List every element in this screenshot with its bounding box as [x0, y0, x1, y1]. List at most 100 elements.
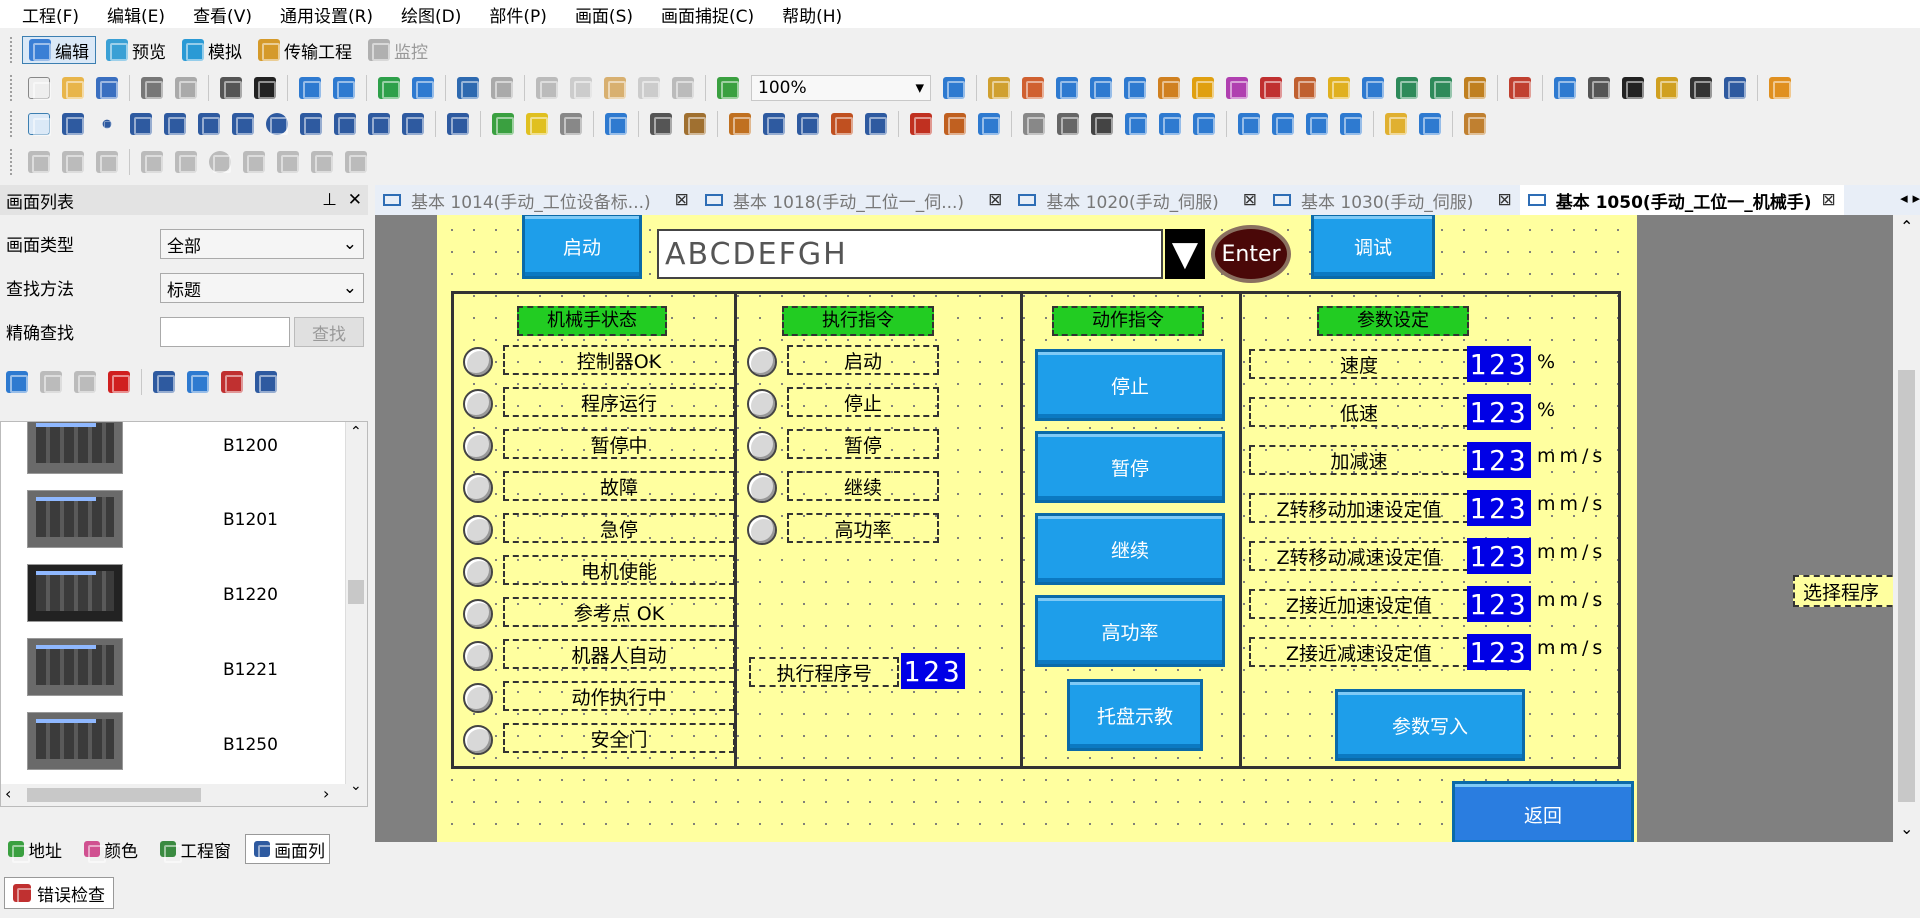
key-icon[interactable] [1158, 77, 1180, 99]
graph-icon[interactable] [1396, 77, 1418, 99]
function4-icon[interactable] [345, 151, 367, 173]
lamp-part-icon[interactable] [988, 77, 1010, 99]
dropdown-triangle-icon[interactable]: ▼ [1165, 229, 1205, 279]
chart-icon[interactable] [978, 113, 1000, 135]
bar-icon[interactable] [1091, 113, 1113, 135]
bar-chart-icon[interactable] [729, 113, 751, 135]
scroll-thumb[interactable] [348, 580, 364, 604]
menu-draw[interactable]: 绘图(D) [401, 2, 461, 27]
robot-icon[interactable] [1622, 77, 1644, 99]
close-icon[interactable]: ⊠ [1821, 190, 1835, 210]
menu-capture[interactable]: 画面捕捉(C) [661, 2, 754, 27]
export-icon[interactable] [255, 371, 277, 393]
debug-button[interactable]: 调试 [1311, 215, 1435, 279]
paste-special-icon[interactable] [638, 77, 660, 99]
doc-tab[interactable]: 基本 1018(手动_工位一_伺...) ⊠ [697, 185, 1010, 215]
sound-icon[interactable] [1328, 77, 1350, 99]
menu-screen[interactable]: 画面(S) [575, 2, 633, 27]
ladder-box-icon[interactable] [96, 151, 118, 173]
doc-tab[interactable]: 基本 1030(手动_伺服) ⊠ [1265, 185, 1520, 215]
scroll-thumb[interactable] [1898, 370, 1915, 802]
copy-icon[interactable] [570, 77, 592, 99]
zoom-select[interactable]: 100% ▾ [751, 75, 931, 101]
start-button[interactable]: 启动 [522, 215, 642, 279]
function2-icon[interactable] [277, 151, 299, 173]
chevron-right-icon[interactable]: › [323, 784, 329, 803]
document-icon[interactable] [1588, 77, 1610, 99]
program-number-value[interactable]: 123 [901, 653, 965, 689]
frame-icon[interactable] [1690, 77, 1712, 99]
text-part-icon[interactable] [1362, 77, 1384, 99]
layout-icon[interactable] [1023, 113, 1045, 135]
trend-icon[interactable] [797, 113, 819, 135]
param-value[interactable]: 123 [1467, 634, 1531, 670]
cut-icon[interactable] [536, 77, 558, 99]
clock-icon[interactable] [1419, 113, 1441, 135]
library-icon[interactable] [1554, 77, 1576, 99]
param-value[interactable]: 123 [1467, 346, 1531, 382]
redo-icon[interactable] [491, 77, 513, 99]
doc-tab-active[interactable]: 基本 1050(手动_工位一_机械手) ⊠ [1519, 185, 1844, 215]
tab-address[interactable]: 地址 [0, 834, 66, 864]
close-icon[interactable]: ⊠ [988, 190, 1002, 210]
ladder-text-icon[interactable] [62, 151, 84, 173]
video-icon[interactable] [1238, 113, 1260, 135]
image-icon[interactable] [368, 113, 390, 135]
contact-no-icon[interactable] [141, 151, 163, 173]
continue-button[interactable]: 继续 [1035, 513, 1225, 585]
close-icon[interactable]: ⊠ [675, 190, 689, 210]
tab-project[interactable]: 工程窗 [152, 834, 235, 864]
note-icon[interactable] [560, 113, 582, 135]
numeric-icon[interactable] [605, 113, 627, 135]
list-item[interactable] [27, 422, 123, 474]
grid2-icon[interactable] [1057, 113, 1079, 135]
window2-icon[interactable] [1193, 113, 1215, 135]
alarm-icon[interactable] [1656, 77, 1678, 99]
enter-button[interactable]: Enter [1211, 225, 1291, 283]
chevron-down-icon[interactable]: ⌄ [350, 778, 362, 794]
menu-edit[interactable]: 编辑(E) [107, 2, 165, 27]
list-item[interactable] [27, 638, 123, 696]
list-item[interactable] [27, 490, 123, 548]
search-button[interactable]: 查找 [294, 317, 364, 347]
arc-icon[interactable] [300, 113, 322, 135]
picture-icon[interactable] [402, 113, 424, 135]
simulate-mode-button[interactable]: 模拟 [176, 36, 248, 64]
vertical-scrollbar[interactable]: ⌃ ⌄ [345, 422, 367, 806]
meter-icon[interactable] [831, 113, 853, 135]
layers-icon[interactable] [187, 371, 209, 393]
open-folder-icon[interactable] [62, 77, 84, 99]
fit-screen-icon[interactable] [943, 77, 965, 99]
transfer-project-button[interactable]: 传输工程 [252, 36, 358, 64]
close-icon[interactable]: ⊠ [1497, 190, 1511, 210]
history-icon[interactable] [944, 113, 966, 135]
import-icon[interactable] [378, 77, 400, 99]
rectangle-icon[interactable] [198, 113, 220, 135]
menu-parts[interactable]: 部件(P) [489, 2, 547, 27]
param-value[interactable]: 123 [1467, 586, 1531, 622]
polygon-icon[interactable] [232, 113, 254, 135]
tag-icon[interactable] [1294, 77, 1316, 99]
toolbar-grip[interactable] [10, 149, 16, 175]
save-icon[interactable] [96, 77, 118, 99]
monitor-icon[interactable] [1724, 77, 1746, 99]
button-icon[interactable] [492, 113, 514, 135]
pen-icon[interactable] [1769, 77, 1791, 99]
bulb-icon[interactable] [526, 113, 548, 135]
settings-icon[interactable] [1260, 77, 1282, 99]
write-params-button[interactable]: 参数写入 [1335, 689, 1525, 761]
eraser-icon[interactable] [684, 113, 706, 135]
list2-icon[interactable] [1340, 113, 1362, 135]
undo-icon[interactable] [457, 77, 479, 99]
scale-icon[interactable] [334, 113, 356, 135]
tab-screen-list[interactable]: 画面列 [245, 834, 330, 864]
script-icon[interactable] [1226, 77, 1248, 99]
tool-icon[interactable] [1464, 77, 1486, 99]
list-item[interactable] [27, 712, 123, 770]
doc-tab[interactable]: 基本 1020(手动_伺服) ⊠ [1010, 185, 1265, 215]
export-icon[interactable] [412, 77, 434, 99]
print-preview-icon[interactable] [175, 77, 197, 99]
param-value[interactable]: 123 [1467, 442, 1531, 478]
new-icon[interactable] [28, 77, 51, 100]
menu-project[interactable]: 工程(F) [22, 2, 79, 27]
